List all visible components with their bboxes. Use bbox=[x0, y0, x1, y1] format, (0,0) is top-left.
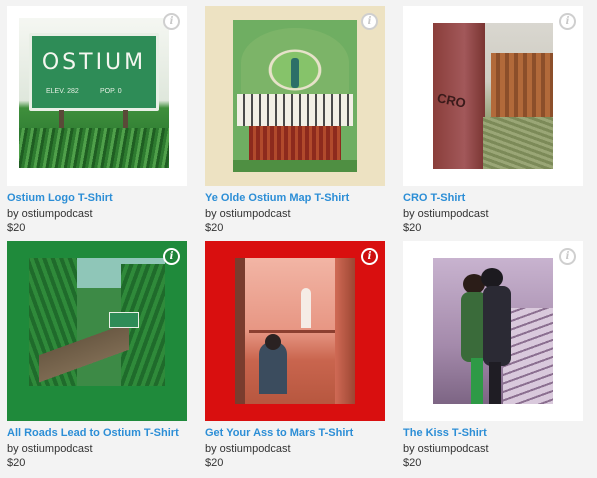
sign-elevation: ELEV. 282 bbox=[46, 88, 79, 95]
sign-population: POP. 0 bbox=[100, 88, 122, 95]
product-title[interactable]: Get Your Ass to Mars T-Shirt bbox=[205, 426, 385, 440]
product-card[interactable]: i Ye Olde Ostium Map T-Shirt by ostiumpo… bbox=[205, 6, 385, 235]
road-sign-small bbox=[109, 312, 139, 328]
product-artwork bbox=[433, 258, 553, 404]
product-card[interactable]: i Get Your Ass to Mars T-Shirt by ostium… bbox=[205, 241, 385, 470]
product-price: $20 bbox=[7, 457, 26, 469]
product-artist: by ostiumpodcast bbox=[403, 208, 489, 220]
product-artwork bbox=[29, 258, 165, 386]
product-card[interactable]: i All Roads Lead to Ostium T-Shirt by os… bbox=[7, 241, 187, 470]
info-icon[interactable]: i bbox=[163, 13, 180, 30]
info-icon[interactable]: i bbox=[361, 13, 378, 30]
product-thumbnail[interactable]: i bbox=[403, 241, 583, 421]
product-artist: by ostiumpodcast bbox=[7, 208, 93, 220]
info-icon[interactable]: i bbox=[361, 248, 378, 265]
product-card[interactable]: CRO i CRO T-Shirt by ostiumpodcast $20 bbox=[403, 6, 583, 235]
product-price: $20 bbox=[403, 222, 422, 234]
product-artwork bbox=[235, 258, 355, 404]
info-icon[interactable]: i bbox=[559, 13, 576, 30]
product-price: $20 bbox=[7, 222, 26, 234]
product-title[interactable]: CRO T-Shirt bbox=[403, 191, 583, 205]
product-thumbnail[interactable]: i bbox=[205, 241, 385, 421]
product-title[interactable]: Ostium Logo T-Shirt bbox=[7, 191, 187, 205]
product-card[interactable]: OSTIUM ELEV. 282 POP. 0 i Ostium Logo T-… bbox=[7, 6, 187, 235]
product-price: $20 bbox=[403, 457, 422, 469]
product-artwork: OSTIUM ELEV. 282 POP. 0 bbox=[19, 18, 169, 168]
product-thumbnail[interactable]: i bbox=[205, 6, 385, 186]
info-icon[interactable]: i bbox=[559, 248, 576, 265]
product-thumbnail[interactable]: CRO i bbox=[403, 6, 583, 186]
product-title[interactable]: Ye Olde Ostium Map T-Shirt bbox=[205, 191, 385, 205]
product-title[interactable]: The Kiss T-Shirt bbox=[403, 426, 583, 440]
road-sign: OSTIUM ELEV. 282 POP. 0 bbox=[29, 33, 159, 111]
product-artwork: CRO bbox=[433, 23, 553, 169]
product-artist: by ostiumpodcast bbox=[205, 208, 291, 220]
sign-name: OSTIUM bbox=[41, 50, 147, 75]
product-artist: by ostiumpodcast bbox=[205, 443, 291, 455]
product-thumbnail[interactable]: i bbox=[7, 241, 187, 421]
product-thumbnail[interactable]: OSTIUM ELEV. 282 POP. 0 i bbox=[7, 6, 187, 186]
product-price: $20 bbox=[205, 222, 224, 234]
info-icon[interactable]: i bbox=[163, 248, 180, 265]
product-artist: by ostiumpodcast bbox=[403, 443, 489, 455]
product-price: $20 bbox=[205, 457, 224, 469]
product-card[interactable]: i The Kiss T-Shirt by ostiumpodcast $20 bbox=[403, 241, 583, 470]
product-artwork bbox=[233, 20, 357, 172]
product-artist: by ostiumpodcast bbox=[7, 443, 93, 455]
product-title[interactable]: All Roads Lead to Ostium T-Shirt bbox=[7, 426, 187, 440]
